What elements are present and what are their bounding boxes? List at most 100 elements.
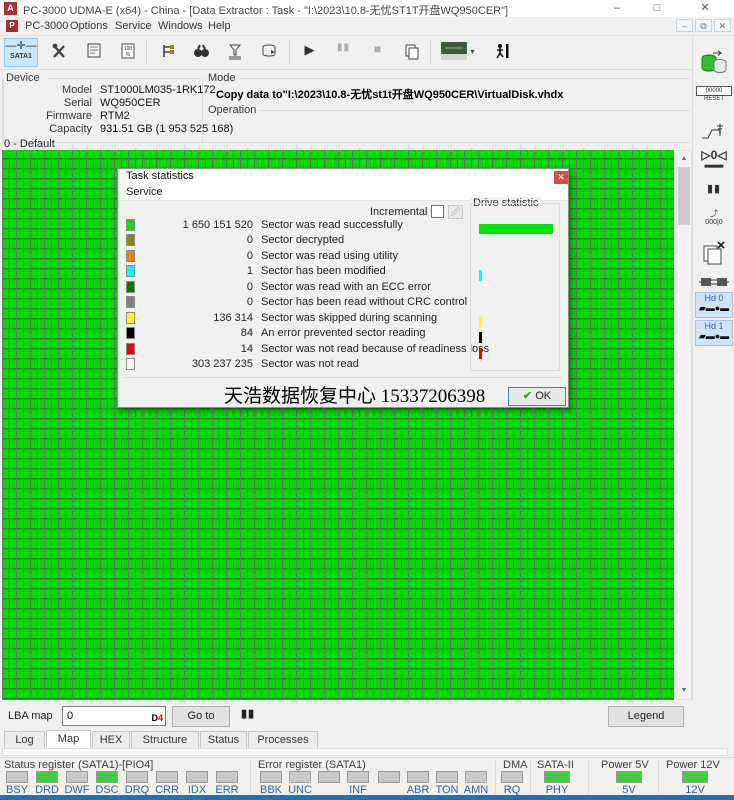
hd1-power-button[interactable]: Hd 1 ▰▬●▬ xyxy=(695,320,733,346)
drive-bar-skipped xyxy=(479,316,482,327)
lba-map-label: LBA map xyxy=(8,710,53,722)
goto-button[interactable]: Go to xyxy=(172,706,230,727)
menu-options[interactable]: Options xyxy=(68,19,110,34)
cancel-copies-button[interactable] xyxy=(696,240,732,266)
stat-row: 0 Sector has been read without CRC contro… xyxy=(118,295,467,311)
close-button[interactable]: ✕ xyxy=(690,0,720,17)
screenshot-button[interactable]: ▾ xyxy=(436,38,480,67)
led-abr xyxy=(407,771,429,783)
device-model-label: Model xyxy=(62,84,92,96)
status-bar: Status register (SATA1)-[PIO4] BSY DRD D… xyxy=(0,757,734,796)
head-test-icon xyxy=(702,124,723,139)
check-icon: ✔ xyxy=(522,390,533,402)
led-bbk xyxy=(260,771,282,783)
power12-title: Power 12V xyxy=(666,759,720,771)
drive-bar-modified xyxy=(479,270,482,281)
svg-text:%: % xyxy=(125,52,130,58)
menu-service[interactable]: Service xyxy=(113,19,154,34)
scroll-down-icon[interactable]: ▼ xyxy=(677,683,691,698)
sata1-port-button[interactable]: —✛— SATA1 xyxy=(4,38,38,67)
led-inf xyxy=(347,771,369,783)
structure-button[interactable] xyxy=(151,38,182,67)
stop-button[interactable]: ■ xyxy=(362,38,393,67)
hd0-drive-icon: ▰▬●▬ xyxy=(698,303,730,313)
tab-log[interactable]: Log xyxy=(4,731,45,748)
tab-hex[interactable]: HEX xyxy=(92,731,130,748)
dialog-title-bar[interactable]: Task statistics ✕ xyxy=(118,169,568,185)
sector-counter-button[interactable]: ⤴ 000|0 xyxy=(696,208,732,226)
screenshot-thumbnail-icon xyxy=(441,42,468,60)
zero-counter-button[interactable]: ▷0◁ ▃▃▃▃ xyxy=(696,148,732,168)
stat-swatch xyxy=(126,342,135,355)
resources-button[interactable]: 100% xyxy=(112,38,143,67)
panel-pause-button[interactable]: ▮▮ xyxy=(696,182,732,195)
led-bsy xyxy=(6,771,28,783)
mdi-close-button[interactable]: ✕ xyxy=(714,19,731,32)
led-phy xyxy=(544,771,570,783)
script-log-button[interactable] xyxy=(78,38,109,67)
connection-button[interactable] xyxy=(696,274,732,290)
device-firmware-label: Firmware xyxy=(46,110,92,122)
panel-pause-icon: ▮▮ xyxy=(706,183,722,195)
map-scrollbar[interactable]: ▲ ▼ xyxy=(676,150,692,700)
dialog-menu-service[interactable]: Service xyxy=(126,186,163,198)
pause-button[interactable]: ▮▮ xyxy=(328,38,359,67)
tab-status[interactable]: Status xyxy=(200,731,247,748)
connector-icon xyxy=(699,278,729,286)
view-tabs: Log Map HEX Structure Status Processes xyxy=(0,730,734,748)
database-copy-icon xyxy=(701,50,727,73)
stat-swatch xyxy=(126,296,135,309)
power5-title: Power 5V xyxy=(601,759,649,771)
search-button[interactable] xyxy=(185,38,216,67)
tab-map[interactable]: Map xyxy=(46,730,91,748)
main-toolbar: —✛— SATA1 100% ▶ ▮▮ ■ ▾ xyxy=(0,36,692,70)
ok-button[interactable]: ✔ OK xyxy=(508,387,566,406)
dialog-close-icon[interactable]: ✕ xyxy=(554,171,568,184)
app-logo-icon: A xyxy=(4,2,17,15)
tab-structure[interactable]: Structure xyxy=(131,731,199,748)
filter-button[interactable] xyxy=(219,38,250,67)
copy-task-button[interactable] xyxy=(396,38,427,67)
scrollbar-thumb[interactable] xyxy=(678,167,690,225)
stat-swatch xyxy=(126,218,135,231)
mdi-minimize-button[interactable]: – xyxy=(676,19,693,32)
cancel-copies-icon xyxy=(703,241,725,265)
hd0-power-button[interactable]: Hd 0 ▰▬●▬ xyxy=(695,292,733,318)
stat-row: 0 Sector was read with an ECC error xyxy=(118,279,464,295)
tools-icon xyxy=(51,42,69,60)
mdi-restore-button[interactable]: ⧉ xyxy=(695,19,712,32)
led-dwf xyxy=(66,771,88,783)
start-button[interactable]: ▶ xyxy=(294,38,325,67)
legend-button[interactable]: Legend xyxy=(608,706,684,727)
maximize-button[interactable]: □ xyxy=(642,0,672,17)
exit-button[interactable] xyxy=(486,38,517,67)
info-panel: Device Model ST1000LM035-1RK172 Serial W… xyxy=(0,70,692,145)
sata-connector-icon: —✛— xyxy=(5,40,37,52)
menu-pc3000[interactable]: PC-3000 xyxy=(23,19,70,34)
utility-tools-button[interactable] xyxy=(44,38,75,67)
tab-processes[interactable]: Processes xyxy=(248,731,318,748)
menu-help[interactable]: Help xyxy=(206,19,233,34)
dec-hex-toggle-icon[interactable]: D4 xyxy=(151,709,163,727)
minimize-button[interactable]: – xyxy=(602,0,632,17)
stat-swatch xyxy=(126,280,135,293)
pc3000-menu-icon: P xyxy=(6,20,18,32)
error-register-title: Error register (SATA1) xyxy=(258,759,366,771)
stat-row: 136 314 Sector was skipped during scannin… xyxy=(118,310,464,326)
stat-swatch xyxy=(126,327,135,340)
pause-map-button[interactable]: ▮▮ xyxy=(236,707,260,727)
database-copy-button[interactable] xyxy=(696,50,732,78)
menu-bar: P PC-3000 Options Service Windows Help –… xyxy=(0,17,734,36)
sata2-title: SATA-II xyxy=(537,759,574,771)
head-test-button[interactable] xyxy=(696,120,732,144)
statistics-list: 1 650 151 520 Sector was read successfull… xyxy=(118,217,489,372)
export-button[interactable] xyxy=(253,38,284,67)
led-mc xyxy=(318,771,340,783)
drive-bar-readiness xyxy=(479,348,482,359)
reset-button[interactable]: 00000 RESET xyxy=(696,86,732,102)
lba-input[interactable]: 0 D4 xyxy=(62,706,166,726)
scroll-up-icon[interactable]: ▲ xyxy=(677,151,691,166)
menu-windows[interactable]: Windows xyxy=(156,19,205,34)
horizontal-scroll-strip[interactable] xyxy=(2,748,728,756)
scroll-icon xyxy=(85,42,103,60)
